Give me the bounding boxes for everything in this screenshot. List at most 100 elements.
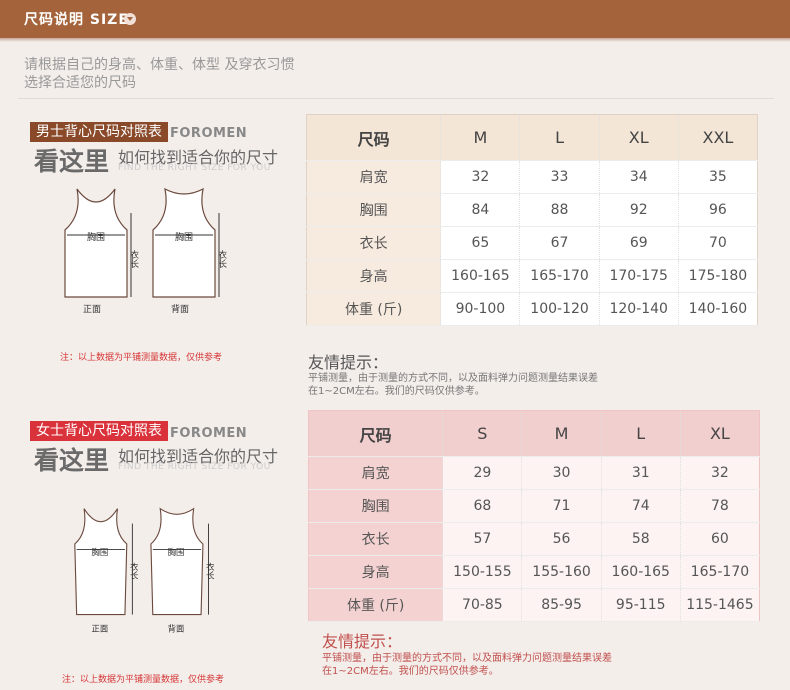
women-cell: 165-170 bbox=[680, 555, 761, 589]
men-row-label: 身高 bbox=[306, 259, 442, 293]
men-length-label-back: 衣长 bbox=[216, 249, 227, 269]
men-front-label: 正面 bbox=[83, 304, 101, 315]
women-table-row: 胸围 68 71 74 78 bbox=[308, 489, 761, 523]
women-cell: 74 bbox=[601, 489, 681, 523]
men-table-row: 肩宽 32 33 34 35 bbox=[306, 160, 759, 194]
women-cell: 32 bbox=[680, 456, 761, 490]
women-cell: 85-95 bbox=[521, 588, 602, 622]
men-table-row: 胸围 84 88 92 96 bbox=[306, 193, 759, 227]
men-cell: 88 bbox=[519, 193, 600, 227]
women-length-label-back: 衣长 bbox=[205, 562, 215, 580]
women-table-row: 衣长 57 56 58 60 bbox=[308, 522, 761, 556]
men-note: 注：以上数据为平铺测量数据，仅供参考 bbox=[60, 353, 223, 363]
men-tips-line-1: 平铺测量，由于测量的方式不同，以及面料弹力问题测量结果误差 bbox=[308, 373, 598, 384]
women-table-row: 肩宽 29 30 31 32 bbox=[308, 456, 761, 490]
men-tips-text: 平铺测量，由于测量的方式不同，以及面料弹力问题测量结果误差 在1~2CM左右。我… bbox=[308, 372, 598, 398]
women-cell: 29 bbox=[442, 456, 523, 490]
women-row-label: 体重 (斤) bbox=[308, 588, 444, 622]
divider bbox=[18, 98, 774, 99]
women-badge: 女士背心尺码对照表 bbox=[30, 421, 168, 441]
men-tips-line-2: 在1~2CM左右。我们的尺码仅供参考。 bbox=[308, 386, 485, 397]
men-cell: 33 bbox=[519, 160, 600, 194]
women-tips-text: 平铺测量，由于测量的方式不同，以及面料弹力问题测量结果误差 在1~2CM左右。我… bbox=[322, 652, 612, 678]
men-badge: 男士背心尺码对照表 bbox=[30, 122, 168, 142]
women-front-label: 正面 bbox=[92, 623, 109, 633]
women-size-column: S bbox=[442, 410, 523, 457]
men-cell: 175-180 bbox=[678, 259, 759, 293]
intro-text: 请根据自己的身高、体重、体型 及穿衣习惯 选择合适您的尺码 bbox=[24, 56, 344, 92]
intro-line-2: 选择合适您的尺码 bbox=[24, 75, 136, 91]
women-cell: 150-155 bbox=[442, 555, 523, 589]
women-chest-label: 胸围 bbox=[92, 547, 109, 557]
women-note: 注：以上数据为平铺测量数据，仅供参考 bbox=[62, 675, 225, 685]
men-length-label: 衣长 bbox=[128, 249, 139, 269]
men-size-table: 尺码 M L XL XXL 肩宽 32 33 34 35 胸围 84 88 92 96 衣长 65 67 69 70 身… bbox=[306, 114, 759, 326]
women-cell: 31 bbox=[601, 456, 681, 490]
men-cell: 84 bbox=[440, 193, 521, 227]
men-cell: 120-140 bbox=[599, 292, 679, 326]
men-cell: 65 bbox=[440, 226, 521, 260]
header-shadow bbox=[0, 38, 790, 42]
women-cell: 60 bbox=[680, 522, 761, 556]
men-chest-label: 胸围 bbox=[87, 231, 105, 243]
women-brand: FOROMEN bbox=[170, 426, 248, 441]
men-size-column: L bbox=[519, 114, 600, 161]
women-front-tank-shape bbox=[74, 508, 128, 616]
women-cell: 58 bbox=[601, 522, 681, 556]
women-size-column: L bbox=[601, 410, 681, 457]
men-cell: 96 bbox=[678, 193, 759, 227]
men-table-row: 衣长 65 67 69 70 bbox=[306, 226, 759, 260]
men-cell: 100-120 bbox=[519, 292, 600, 326]
men-size-column: XXL bbox=[678, 114, 759, 161]
men-cell: 170-175 bbox=[599, 259, 679, 293]
women-cell: 57 bbox=[442, 522, 523, 556]
header-title: 尺码说明 SIZE bbox=[24, 12, 129, 28]
women-cell: 71 bbox=[521, 489, 602, 523]
men-cell: 90-100 bbox=[440, 292, 521, 326]
women-tips-title: 友情提示： bbox=[322, 632, 403, 651]
women-find-size: FIND THE RIGHT SIZE FOR YOU bbox=[118, 462, 271, 472]
women-cell: 95-115 bbox=[601, 588, 681, 622]
women-look-here: 看这里 bbox=[34, 446, 110, 475]
men-table-row: 身高 160-165 165-170 170-175 175-180 bbox=[306, 259, 759, 293]
women-row-label: 胸围 bbox=[308, 489, 444, 523]
men-size-column: XL bbox=[599, 114, 679, 161]
women-table-row: 身高 150-155 155-160 160-165 165-170 bbox=[308, 555, 761, 589]
men-row-label: 肩宽 bbox=[306, 160, 442, 194]
men-tank-diagram: 胸围 胸围 衣长 衣长 正面 背面 bbox=[64, 187, 227, 315]
chevron-down-icon[interactable] bbox=[124, 13, 136, 25]
men-row-label: 胸围 bbox=[306, 193, 442, 227]
women-table-row: 体重 (斤) 70-85 85-95 95-115 115-1465 bbox=[308, 588, 761, 622]
women-row-label: 衣长 bbox=[308, 522, 444, 556]
women-header-row: 尺码 S M L XL bbox=[308, 410, 761, 457]
men-front-tank-shape bbox=[64, 188, 128, 298]
men-back-tank-shape bbox=[152, 187, 216, 298]
men-cell: 32 bbox=[440, 160, 521, 194]
men-cell: 67 bbox=[519, 226, 600, 260]
men-table-row: 体重 (斤) 90-100 100-120 120-140 140-160 bbox=[306, 292, 759, 326]
men-chest-label-back: 胸围 bbox=[175, 231, 193, 243]
men-cell: 70 bbox=[678, 226, 759, 260]
women-size-table: 尺码 S M L XL 肩宽 29 30 31 32 胸围 68 71 74 78 衣长 57 56 58 60 身高 1… bbox=[308, 410, 761, 622]
men-look-here: 看这里 bbox=[34, 147, 110, 176]
women-tips-line-2: 在1~2CM左右。我们的尺码仅供参考。 bbox=[322, 666, 499, 677]
women-cell: 78 bbox=[680, 489, 761, 523]
women-row-label: 肩宽 bbox=[308, 456, 444, 490]
men-size-header: 尺码 bbox=[306, 114, 442, 161]
women-size-column: M bbox=[521, 410, 602, 457]
women-cell: 68 bbox=[442, 489, 523, 523]
intro-line-1: 请根据自己的身高、体重、体型 及穿衣习惯 bbox=[24, 57, 295, 73]
men-header-row: 尺码 M L XL XXL bbox=[306, 114, 759, 161]
header-bar: 尺码说明 SIZE bbox=[0, 0, 790, 42]
men-row-label: 体重 (斤) bbox=[306, 292, 442, 326]
women-cell: 160-165 bbox=[601, 555, 681, 589]
women-back-tank-shape bbox=[150, 507, 204, 616]
men-cell: 140-160 bbox=[678, 292, 759, 326]
women-cell: 115-1465 bbox=[680, 588, 761, 622]
men-cell: 35 bbox=[678, 160, 759, 194]
men-tips-title: 友情提示： bbox=[308, 353, 389, 372]
women-cell: 56 bbox=[521, 522, 602, 556]
women-back-label: 背面 bbox=[168, 623, 185, 633]
women-cell: 70-85 bbox=[442, 588, 523, 622]
women-row-label: 身高 bbox=[308, 555, 444, 589]
